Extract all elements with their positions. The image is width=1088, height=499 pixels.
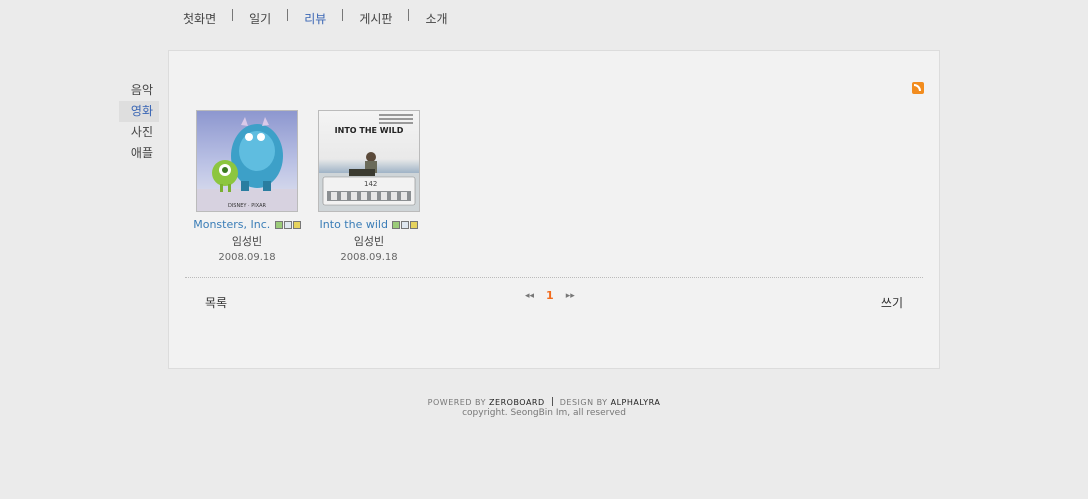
top-navigation: 첫화면 일기 리뷰 게시판 소개	[183, 8, 448, 27]
bus-number-text: 142	[364, 180, 377, 188]
alphalyra-link[interactable]: ALPHALYRA	[611, 398, 661, 407]
image-attachment-icon	[274, 221, 283, 229]
nav-about[interactable]: 소개	[425, 10, 447, 27]
dotted-divider	[185, 277, 923, 278]
list-button[interactable]: 목록	[205, 294, 227, 311]
into-the-wild-poster-illustration: INTO THE WILD 142	[319, 114, 419, 211]
nav-home[interactable]: 첫화면	[183, 10, 216, 27]
post-author: 임성빈	[353, 235, 385, 248]
nav-separator	[342, 8, 344, 21]
footer: POWERED BY ZEROBOARD DESIGN BY ALPHALYRA…	[0, 397, 1088, 418]
page-number-current[interactable]: 1	[546, 289, 554, 302]
nav-separator	[232, 8, 234, 21]
video-attachment-icon	[401, 221, 410, 229]
memo-icon	[410, 221, 419, 229]
poster-title-text: INTO THE WILD	[335, 126, 404, 135]
post-author: 임성빈	[231, 235, 263, 248]
zeroboard-link[interactable]: ZEROBOARD	[489, 398, 545, 407]
copyright-text: copyright. SeongBin Im, all reserved	[462, 408, 626, 418]
category-sidebar: 음악 영화 사진 애플	[119, 80, 159, 164]
sidebar-item-movie[interactable]: 영화	[119, 101, 159, 122]
gallery-item: INTO THE WILD 142 Into the wild 임성빈 2008…	[309, 110, 429, 263]
powered-by-label: POWERED BY	[427, 398, 486, 407]
nav-diary[interactable]: 일기	[249, 10, 271, 27]
next-page-icon[interactable]: ▸▸	[566, 291, 575, 301]
gallery-item: DISNEY · PIXAR Monsters, Inc. 임성빈 2008.0…	[187, 110, 307, 263]
post-date: 2008.09.18	[218, 252, 276, 263]
poster-brand-text: DISNEY · PIXAR	[228, 203, 267, 209]
video-attachment-icon	[283, 221, 292, 229]
image-attachment-icon	[392, 221, 401, 229]
nav-separator	[408, 8, 410, 21]
post-date: 2008.09.18	[340, 252, 398, 263]
post-title-row: Monsters, Inc.	[187, 218, 307, 231]
design-by-label: DESIGN BY	[559, 398, 608, 407]
sidebar-item-music[interactable]: 음악	[119, 80, 159, 101]
nav-separator	[287, 8, 289, 21]
sidebar-item-apple[interactable]: 애플	[119, 143, 159, 164]
poster-thumbnail[interactable]: INTO THE WILD 142	[318, 110, 420, 212]
poster-thumbnail[interactable]: DISNEY · PIXAR	[196, 110, 298, 212]
nav-review[interactable]: 리뷰	[304, 10, 326, 27]
post-title-link[interactable]: Into the wild	[320, 218, 388, 231]
post-title-link[interactable]: Monsters, Inc.	[193, 218, 270, 231]
nav-board[interactable]: 게시판	[359, 10, 392, 27]
footer-credits: POWERED BY ZEROBOARD DESIGN BY ALPHALYRA	[0, 397, 1088, 407]
footer-separator	[551, 397, 553, 406]
post-title-row: Into the wild	[309, 218, 429, 231]
memo-icon	[292, 221, 301, 229]
write-button[interactable]: 쓰기	[881, 294, 903, 311]
prev-page-icon[interactable]: ◂◂	[525, 291, 534, 301]
gallery-panel: DISNEY · PIXAR Monsters, Inc. 임성빈 2008.0…	[168, 50, 940, 369]
monsters-poster-illustration: DISNEY · PIXAR	[197, 117, 297, 211]
sidebar-item-photo[interactable]: 사진	[119, 122, 159, 143]
rss-icon[interactable]	[912, 82, 924, 94]
pagination: ◂◂ 1 ▸▸	[525, 289, 575, 302]
